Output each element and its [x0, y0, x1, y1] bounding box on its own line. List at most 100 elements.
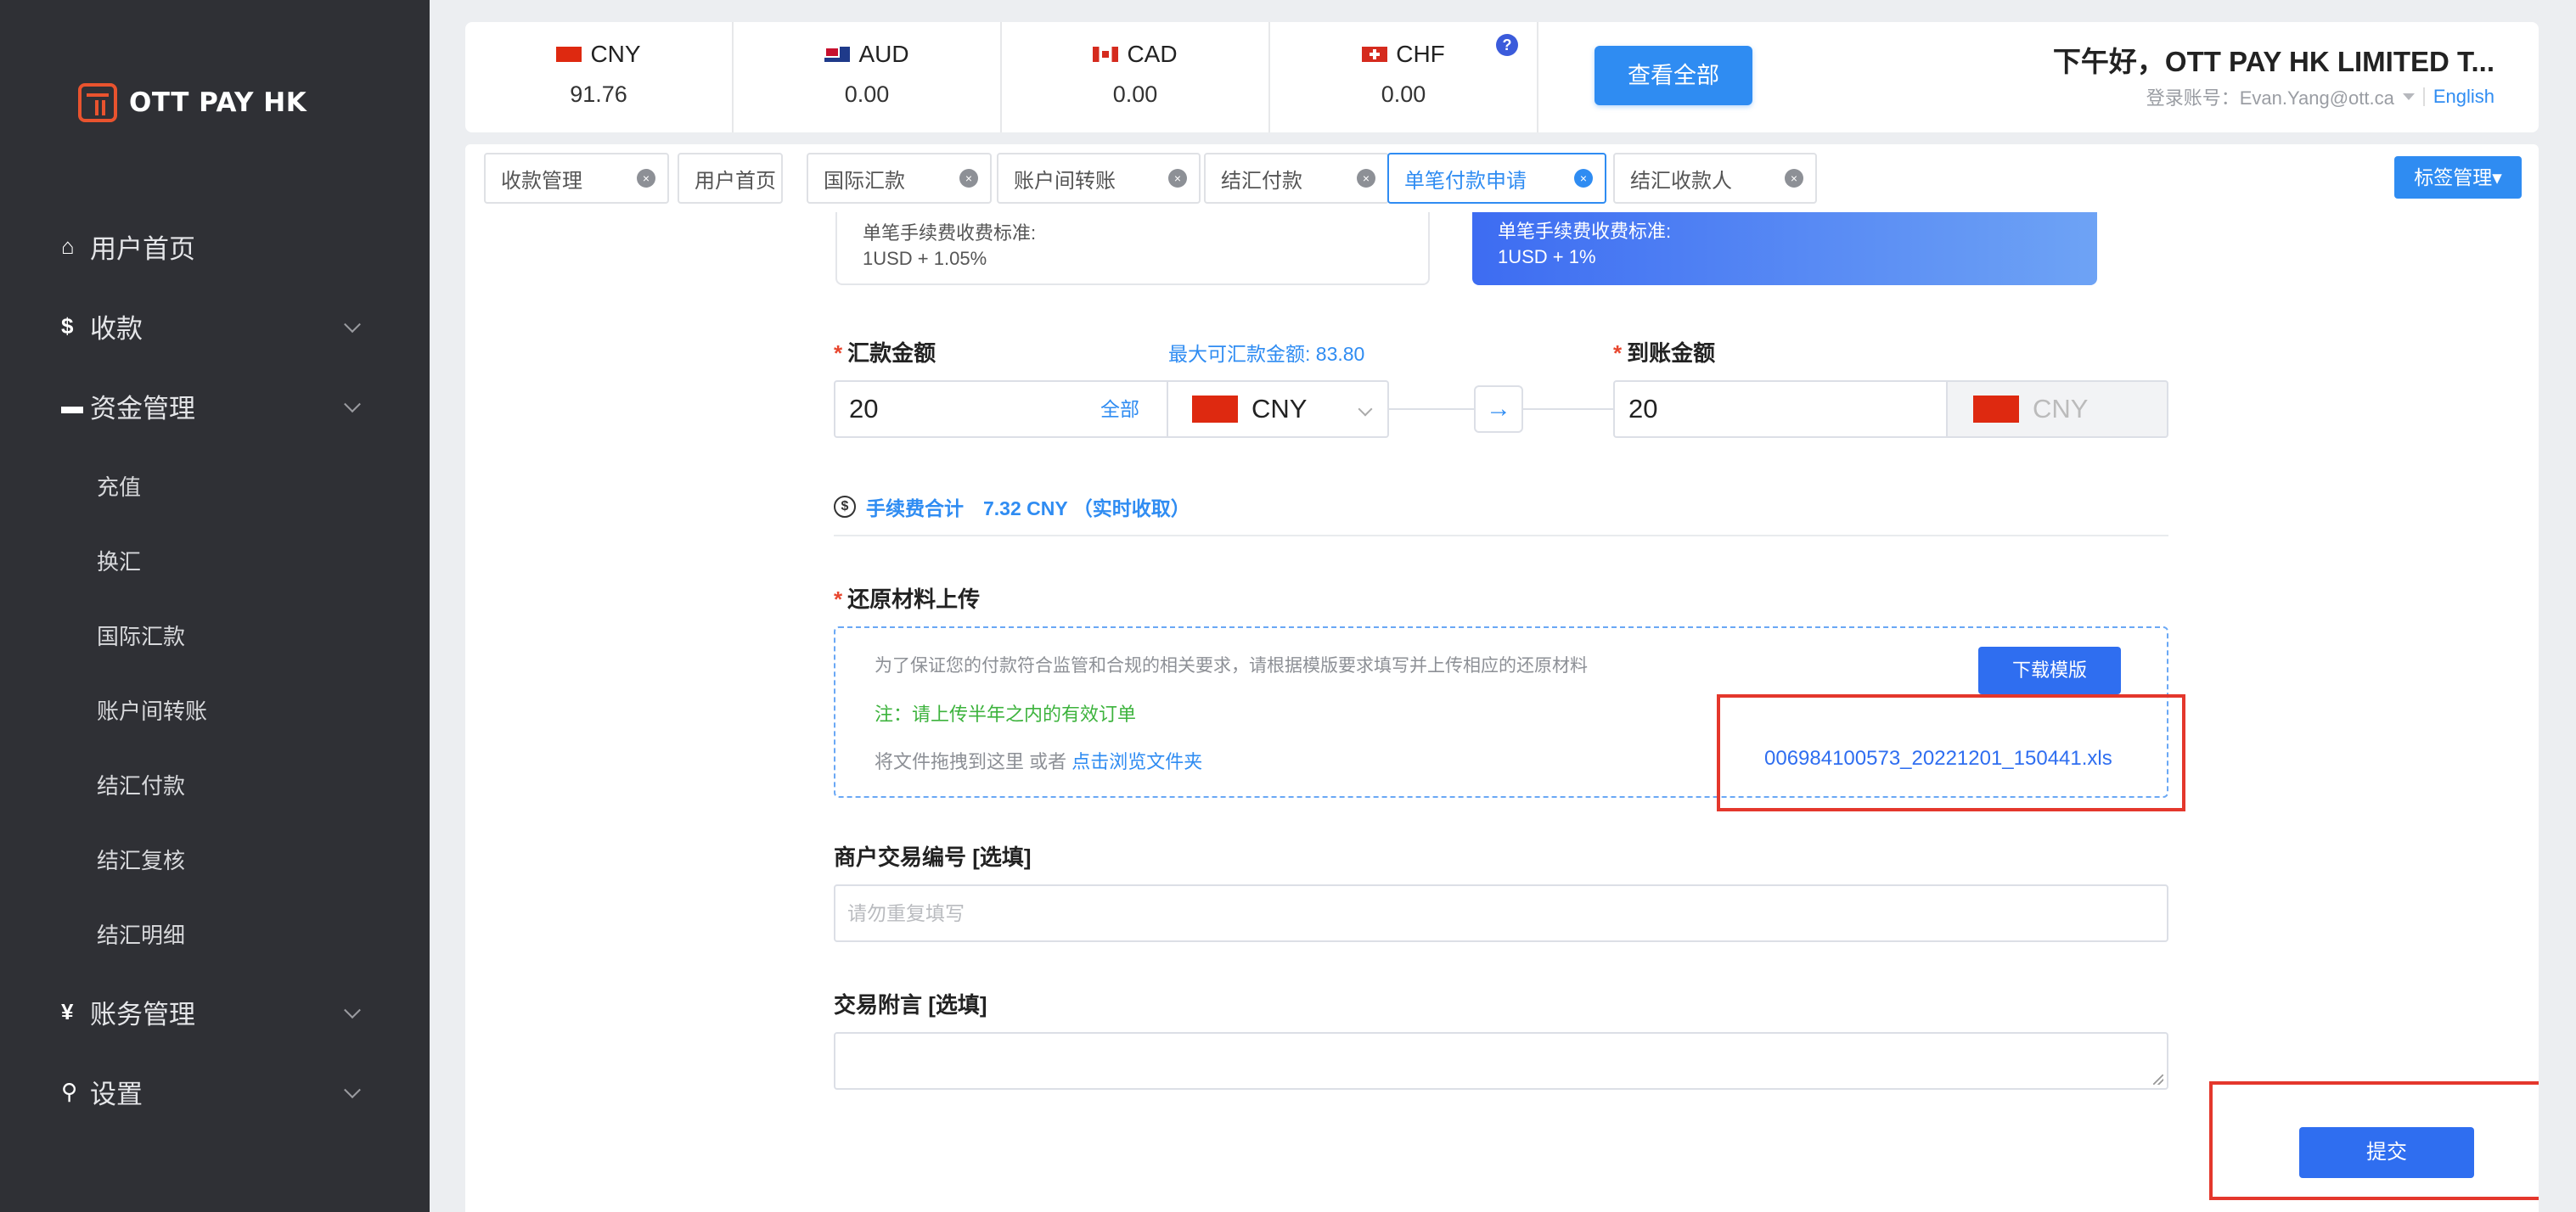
balance-cny: CNY 91.76: [465, 22, 734, 132]
caret-down-icon[interactable]: [2402, 93, 2415, 100]
fee-total: $ 手续费合计 7.32 CNY （实时收取）: [834, 492, 1190, 521]
sidebar-subitem-transfer[interactable]: 账户间转账: [97, 694, 207, 726]
upload-note: 注：请上传半年之内的有效订单: [875, 704, 1137, 725]
china-flag-icon: [1973, 396, 2019, 423]
currency-code: CNY: [590, 41, 641, 67]
receive-amount-label: * 到账金额: [1613, 336, 1715, 368]
sidebar: OTT PAY HK ⌂ 用户首页 $ 收款 ▬ 资金管理 充值 换汇 国际汇款…: [0, 0, 430, 1212]
help-icon[interactable]: ?: [1496, 34, 1518, 56]
drag-hint-text: 将文件拖拽到这里 或者: [875, 751, 1072, 772]
coin-icon: $: [834, 496, 856, 518]
sidebar-subitem-settle-review[interactable]: 结汇复核: [97, 844, 185, 875]
fee-total-text: 手续费合计 7.32 CNY （实时收取）: [866, 497, 1190, 519]
currency-code: CHF: [1396, 41, 1445, 67]
tab-label: 收款管理: [501, 169, 582, 193]
fee-option-card-selected[interactable]: 单笔手续费收费标准: 1USD + 1%: [1472, 212, 2097, 285]
receive-currency-field: CNY: [1946, 380, 2168, 438]
greeting: 下午好，OTT PAY HK LIMITED T...: [2052, 46, 2494, 77]
payment-form: 单笔手续费收费标准: 1USD + 1.05% 单笔手续费收费标准: 1USD …: [465, 212, 2539, 1212]
tab-label: 用户首页: [695, 169, 776, 193]
fee-option-card[interactable]: 单笔手续费收费标准: 1USD + 1.05%: [835, 212, 1430, 285]
remit-amount-label: * 汇款金额: [834, 336, 936, 368]
balance-bar: CNY 91.76 AUD 0.00 CAD 0.00 CHF 0.00 ? 查…: [465, 22, 2539, 132]
connector-line: [1523, 408, 1613, 410]
tab-settle-payment[interactable]: 结汇付款 ×: [1204, 153, 1389, 204]
chevron-down-icon: [344, 315, 361, 333]
sidebar-item-label: 资金管理: [90, 394, 195, 424]
account-label: 登录账号：Evan.Yang@ott.ca: [2146, 87, 2394, 109]
sidebar-item-settings[interactable]: ⚲ 设置: [61, 1073, 361, 1111]
merchant-ref-input[interactable]: 请勿重复填写: [834, 884, 2168, 942]
chevron-down-icon: [344, 395, 361, 412]
sidebar-item-receive[interactable]: $ 收款: [61, 307, 361, 345]
tab-single-payment[interactable]: 单笔付款申请 ×: [1387, 153, 1606, 204]
view-all-button[interactable]: 查看全部: [1595, 46, 1752, 105]
canada-flag-icon: [1093, 47, 1119, 62]
max-remit-amount: 最大可汇款金额: 83.80: [1168, 343, 1365, 365]
connector-line: [1389, 408, 1474, 410]
tab-label: 账户间转账: [1014, 169, 1116, 193]
tab-label: 结汇付款: [1221, 169, 1302, 193]
label-text: 到账金额: [1627, 340, 1716, 366]
tab-receive-management[interactable]: 收款管理 ×: [484, 153, 669, 204]
balance-value: 0.00: [1112, 81, 1158, 107]
tab-label: 单笔付款申请: [1404, 169, 1527, 193]
download-template-button[interactable]: 下载模版: [1978, 647, 2121, 694]
arrow-right-icon[interactable]: →: [1474, 385, 1523, 433]
close-icon[interactable]: ×: [1574, 169, 1593, 188]
label-text: 还原材料上传: [847, 586, 981, 612]
switzerland-flag-icon: [1362, 47, 1388, 62]
tag-manager-button[interactable]: 标签管理▾: [2394, 156, 2522, 199]
sidebar-subitem-exchange[interactable]: 换汇: [97, 545, 141, 576]
sidebar-subitem-recharge[interactable]: 充值: [97, 470, 141, 502]
close-icon[interactable]: ×: [1168, 169, 1187, 188]
close-icon[interactable]: ×: [1357, 169, 1375, 188]
currency-code: AUD: [858, 41, 909, 67]
close-icon[interactable]: ×: [959, 169, 978, 188]
sidebar-item-home[interactable]: ⌂ 用户首页: [61, 227, 358, 266]
tab-settle-payee[interactable]: 结汇收款人 ×: [1613, 153, 1817, 204]
language-switch[interactable]: English: [2433, 86, 2494, 108]
tab-user-home[interactable]: 用户首页: [678, 153, 783, 204]
balance-cad: CAD 0.00: [1002, 22, 1270, 132]
dollar-icon: $: [61, 313, 74, 339]
tab-account-transfer[interactable]: 账户间转账 ×: [997, 153, 1201, 204]
submit-button[interactable]: 提交: [2299, 1127, 2474, 1178]
chevron-down-icon: [344, 1001, 361, 1018]
sidebar-item-accounting[interactable]: ¥ 账务管理: [61, 993, 361, 1031]
yen-icon: ¥: [61, 999, 74, 1024]
sidebar-subitem-intl-remit[interactable]: 国际汇款: [97, 620, 185, 651]
balance-value: 0.00: [1381, 81, 1426, 107]
receive-amount-value: 20: [1628, 394, 1658, 424]
receive-amount-input[interactable]: 20: [1613, 380, 1948, 438]
resize-handle-icon[interactable]: [2153, 1075, 2163, 1085]
china-flag-icon: [1192, 396, 1238, 423]
memo-textarea[interactable]: [834, 1032, 2168, 1090]
tab-bar: 收款管理 × 用户首页 国际汇款 × 账户间转账 × 结汇付款 × 单笔付款申请…: [465, 144, 2539, 212]
balance-value: 0.00: [844, 81, 890, 107]
sidebar-item-funds[interactable]: ▬ 资金管理: [61, 387, 361, 425]
remit-amount-input[interactable]: 20 全部: [834, 380, 1168, 438]
upload-drag-hint: 将文件拖拽到这里 或者 点击浏览文件夹: [875, 747, 1202, 774]
remit-amount-value: 20: [849, 394, 879, 424]
currency-code: CAD: [1127, 41, 1178, 67]
sidebar-item-label: 账务管理: [90, 1000, 195, 1030]
brand-logo[interactable]: OTT PAY HK: [78, 83, 307, 122]
fee-card-rate: 1USD + 1%: [1498, 246, 1596, 267]
required-mark: *: [834, 340, 843, 366]
balance-aud: AUD 0.00: [734, 22, 1002, 132]
browse-folder-link[interactable]: 点击浏览文件夹: [1071, 751, 1202, 772]
sidebar-item-label: 用户首页: [90, 234, 195, 264]
remit-currency-select[interactable]: CNY: [1167, 380, 1389, 438]
fill-all-link[interactable]: 全部: [1100, 382, 1139, 436]
home-icon: ⌂: [61, 233, 75, 259]
card-icon: ▬: [61, 393, 83, 418]
sidebar-subitem-settle-detail[interactable]: 结汇明细: [97, 918, 185, 950]
account-info: 登录账号：Evan.Yang@ott.ca English: [2146, 83, 2494, 110]
divider: [2422, 87, 2425, 106]
search-icon: ⚲: [61, 1079, 78, 1104]
tab-intl-remit[interactable]: 国际汇款 ×: [807, 153, 992, 204]
close-icon[interactable]: ×: [1785, 169, 1803, 188]
close-icon[interactable]: ×: [637, 169, 655, 188]
sidebar-subitem-settle-pay[interactable]: 结汇付款: [97, 769, 185, 800]
